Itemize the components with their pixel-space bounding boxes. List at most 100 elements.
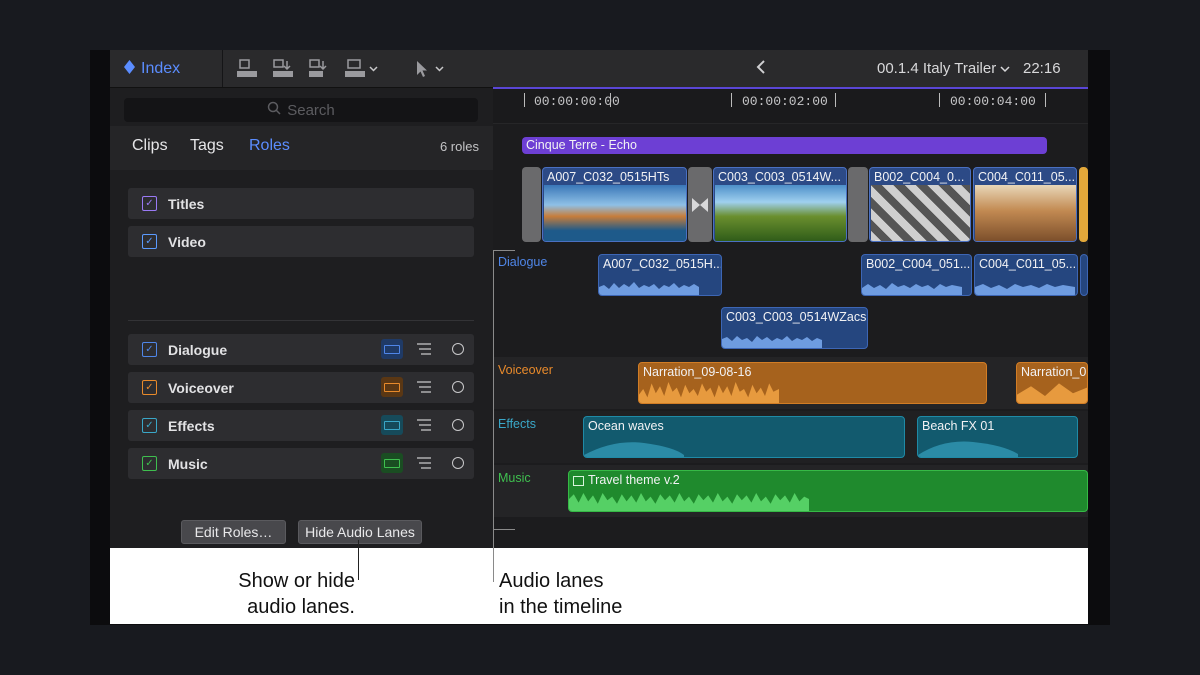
checkbox-checked-icon[interactable]: ✓ [142,456,157,471]
lane-label-music: Music [498,471,531,485]
role-label-dialogue: Dialogue [168,342,228,358]
clip-thumbnail [975,185,1076,241]
focus-role-icon[interactable] [452,419,464,431]
focus-role-icon[interactable] [452,343,464,355]
callout-audio-lanes: Audio lanes in the timeline [499,568,622,620]
video-clip[interactable]: C004_C011_05... [973,167,1077,242]
role-label-music: Music [168,456,208,472]
connect-clip-icon[interactable] [236,58,258,80]
focus-role-icon[interactable] [452,381,464,393]
audio-clip[interactable]: Ocean waves [583,416,905,458]
lane-label-effects: Effects [498,417,536,431]
role-row-music[interactable]: ✓ Music [128,448,474,479]
clip-name: C004_C011_05... [979,257,1077,271]
callout-line: in the timeline [499,596,623,618]
index-button[interactable]: Index [124,58,180,80]
select-tool-icon[interactable] [414,58,446,80]
focus-role-icon[interactable] [452,457,464,469]
role-row-video[interactable]: ✓ Video [128,226,474,257]
clip-thumbnail [715,185,846,241]
checkbox-checked-icon[interactable]: ✓ [142,342,157,357]
callout-bracket-bottom [493,529,515,530]
transition[interactable] [522,167,541,242]
role-row-effects[interactable]: ✓ Effects [128,410,474,441]
tab-clips[interactable]: Clips [132,137,168,155]
audio-clip[interactable]: C003_C003_0514WZacs [721,307,868,349]
tab-roles[interactable]: Roles [249,137,290,155]
search-field[interactable]: Search [124,98,478,122]
clip-name: C003_C003_0514WZacs [726,310,867,324]
lane-label-dialogue: Dialogue [498,255,548,269]
audio-clip[interactable]: Narration_0 [1016,362,1088,404]
ruler-tick [939,93,940,107]
clip-name: Cinque Terre - Echo [526,138,637,152]
checkbox-checked-icon[interactable]: ✓ [142,196,157,211]
checkbox-checked-icon[interactable]: ✓ [142,418,157,433]
clip-name: B002_C004_0... [874,170,965,184]
expand-subroles-icon[interactable] [416,418,432,432]
ruler-tick [1045,93,1046,107]
edit-roles-button[interactable]: Edit Roles… [181,520,286,544]
music-lane: Music Travel theme v.2 [493,465,1088,517]
audio-lane-toggle-icon[interactable] [381,453,403,473]
role-label-titles: Titles [168,196,205,212]
audio-lane-toggle-icon[interactable] [381,377,403,397]
video-clip[interactable] [1079,167,1088,242]
video-clip[interactable]: B002_C004_0... [869,167,971,242]
role-row-titles[interactable]: ✓ Titles [128,188,474,219]
clip-name: C003_C003_0514W... [718,170,842,184]
transition[interactable] [848,167,868,242]
search-icon [267,101,281,119]
append-clip-icon[interactable] [308,58,330,80]
audio-clip[interactable]: B002_C004_051... [861,254,972,296]
audio-lane-toggle-icon[interactable] [381,339,403,359]
tab-tags[interactable]: Tags [190,137,224,155]
roles-count: 6 roles [439,139,479,154]
clip-name-text: Travel theme v.2 [588,473,680,487]
clip-name: B002_C004_051... [866,257,971,271]
role-row-dialogue[interactable]: ✓ Dialogue [128,334,474,365]
callout-bracket-line [493,250,494,582]
index-tabs: Clips Tags Roles 6 roles [110,126,493,170]
audio-clip[interactable]: C004_C011_05... [974,254,1078,296]
callout-show-hide: Show or hide audio lanes. [229,568,355,620]
ruler-tick [835,93,836,107]
back-chevron-icon[interactable] [755,57,767,82]
clip-name: A007_C032_0515H... [603,257,722,271]
timeline-index-panel: Search Clips Tags Roles 6 roles ✓ Titles… [110,88,493,548]
audio-clip[interactable]: A007_C032_0515H... [598,254,722,296]
clip-thumbnail [544,185,686,241]
audio-clip[interactable] [1080,254,1088,296]
checkbox-checked-icon[interactable]: ✓ [142,234,157,249]
audio-clip[interactable]: Travel theme v.2 [568,470,1088,512]
checkbox-checked-icon[interactable]: ✓ [142,380,157,395]
clip-thumbnail [871,185,970,241]
dialogue-lane: Dialogue A007_C032_0515H... B002_C004_05… [493,249,1088,354]
ruler-tick [524,93,525,107]
timeline[interactable]: 00:00:00:00 00:00:02:00 00:00:04:00 Cinq… [493,89,1088,548]
callout-line: Show or hide [238,570,355,592]
toolbar-separator [222,50,223,87]
overwrite-clip-icon[interactable] [344,58,378,80]
timecode-label: 00:00:02:00 [742,94,828,109]
transition-icon[interactable] [688,167,712,242]
audio-clip[interactable]: Beach FX 01 [917,416,1078,458]
video-clip[interactable]: A007_C032_0515HTs [542,167,687,242]
timeline-ruler[interactable]: 00:00:00:00 00:00:02:00 00:00:04:00 [493,89,1088,124]
audio-lane-toggle-icon[interactable] [381,415,403,435]
audio-clip[interactable]: Narration_09-08-16 [638,362,987,404]
video-clip[interactable]: C003_C003_0514W... [713,167,847,242]
insert-clip-icon[interactable] [272,58,294,80]
hide-audio-lanes-button[interactable]: Hide Audio Lanes [298,520,422,544]
role-label-voiceover: Voiceover [168,380,234,396]
expand-subroles-icon[interactable] [416,380,432,394]
role-label-effects: Effects [168,418,215,434]
timecode-label: 00:00:00:00 [534,94,620,109]
expand-subroles-icon[interactable] [416,342,432,356]
ruler-tick [610,93,611,107]
role-row-voiceover[interactable]: ✓ Voiceover [128,372,474,403]
title-clip[interactable]: Cinque Terre - Echo [522,137,1047,154]
search-placeholder: Search [287,101,335,119]
expand-subroles-icon[interactable] [416,456,432,470]
project-name-menu[interactable]: 00.1.4 Italy Trailer [877,60,1010,77]
